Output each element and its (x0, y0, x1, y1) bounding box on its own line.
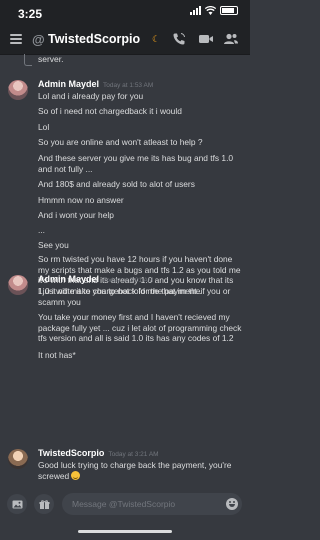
status-bar: 3:25 (0, 0, 250, 26)
home-indicator (78, 530, 172, 533)
avatar[interactable] (8, 449, 28, 469)
message-line: And 180$ and already sold to alot of use… (38, 179, 195, 189)
message-line: So of i need not chargedback it i would (38, 106, 182, 116)
status-time: 3:25 (18, 7, 43, 21)
message-line: So you are online and won't atleast to h… (38, 137, 203, 147)
message-author[interactable]: Admin Maydel Today at 1:53 AM (38, 79, 153, 89)
gift-icon (39, 499, 49, 509)
message-input[interactable] (62, 493, 242, 515)
message-line: Hmmm now no answer (38, 195, 124, 205)
battery-icon (220, 6, 238, 15)
signal-icon (190, 6, 201, 15)
message-timestamp: Today at 2:01 AM (103, 277, 154, 284)
message-author[interactable]: Admin Maydel Today at 2:01 AM (38, 274, 153, 284)
idle-moon-icon: ☾ (152, 34, 161, 44)
at-icon: @ (32, 32, 45, 47)
message-line: And these server you give me its has bug… (38, 153, 234, 174)
members-icon[interactable] (223, 32, 239, 46)
avatar[interactable] (8, 80, 28, 100)
message-line: Good luck trying to charge back the paym… (38, 460, 232, 481)
message-line: ... (38, 225, 45, 235)
message-line: You take your money first and I haven't … (38, 312, 242, 344)
emoji-icon[interactable] (226, 498, 238, 510)
image-icon (12, 500, 22, 508)
previous-message-tail: server. (38, 54, 64, 64)
status-icons (190, 6, 238, 15)
message-author[interactable]: TwistedScorpio Today at 3:21 AM (38, 448, 159, 458)
message-timestamp: Today at 3:21 AM (108, 451, 159, 458)
message-line: Lol (38, 122, 50, 132)
wifi-icon (205, 6, 216, 15)
channel-header: @ TwistedScorpio ☾ (0, 26, 250, 55)
channel-name[interactable]: TwistedScorpio (48, 32, 140, 46)
menu-icon[interactable] (10, 34, 22, 44)
image-upload-button[interactable] (7, 494, 27, 514)
message-line: See you (38, 240, 69, 250)
message-line: Lol and i already pay for you (38, 91, 144, 101)
message-timestamp: Today at 1:53 AM (103, 82, 154, 89)
gift-button[interactable] (34, 494, 54, 514)
message-line: I just note it to you to not told me tha… (38, 286, 231, 307)
grimacing-emoji-icon (71, 470, 81, 480)
message-line: And i wont your help (38, 210, 114, 220)
reply-connector (24, 54, 32, 66)
video-call-icon[interactable] (198, 32, 214, 46)
call-icon[interactable] (172, 32, 186, 46)
message-line: It not has* (38, 350, 76, 360)
avatar[interactable] (8, 275, 28, 295)
